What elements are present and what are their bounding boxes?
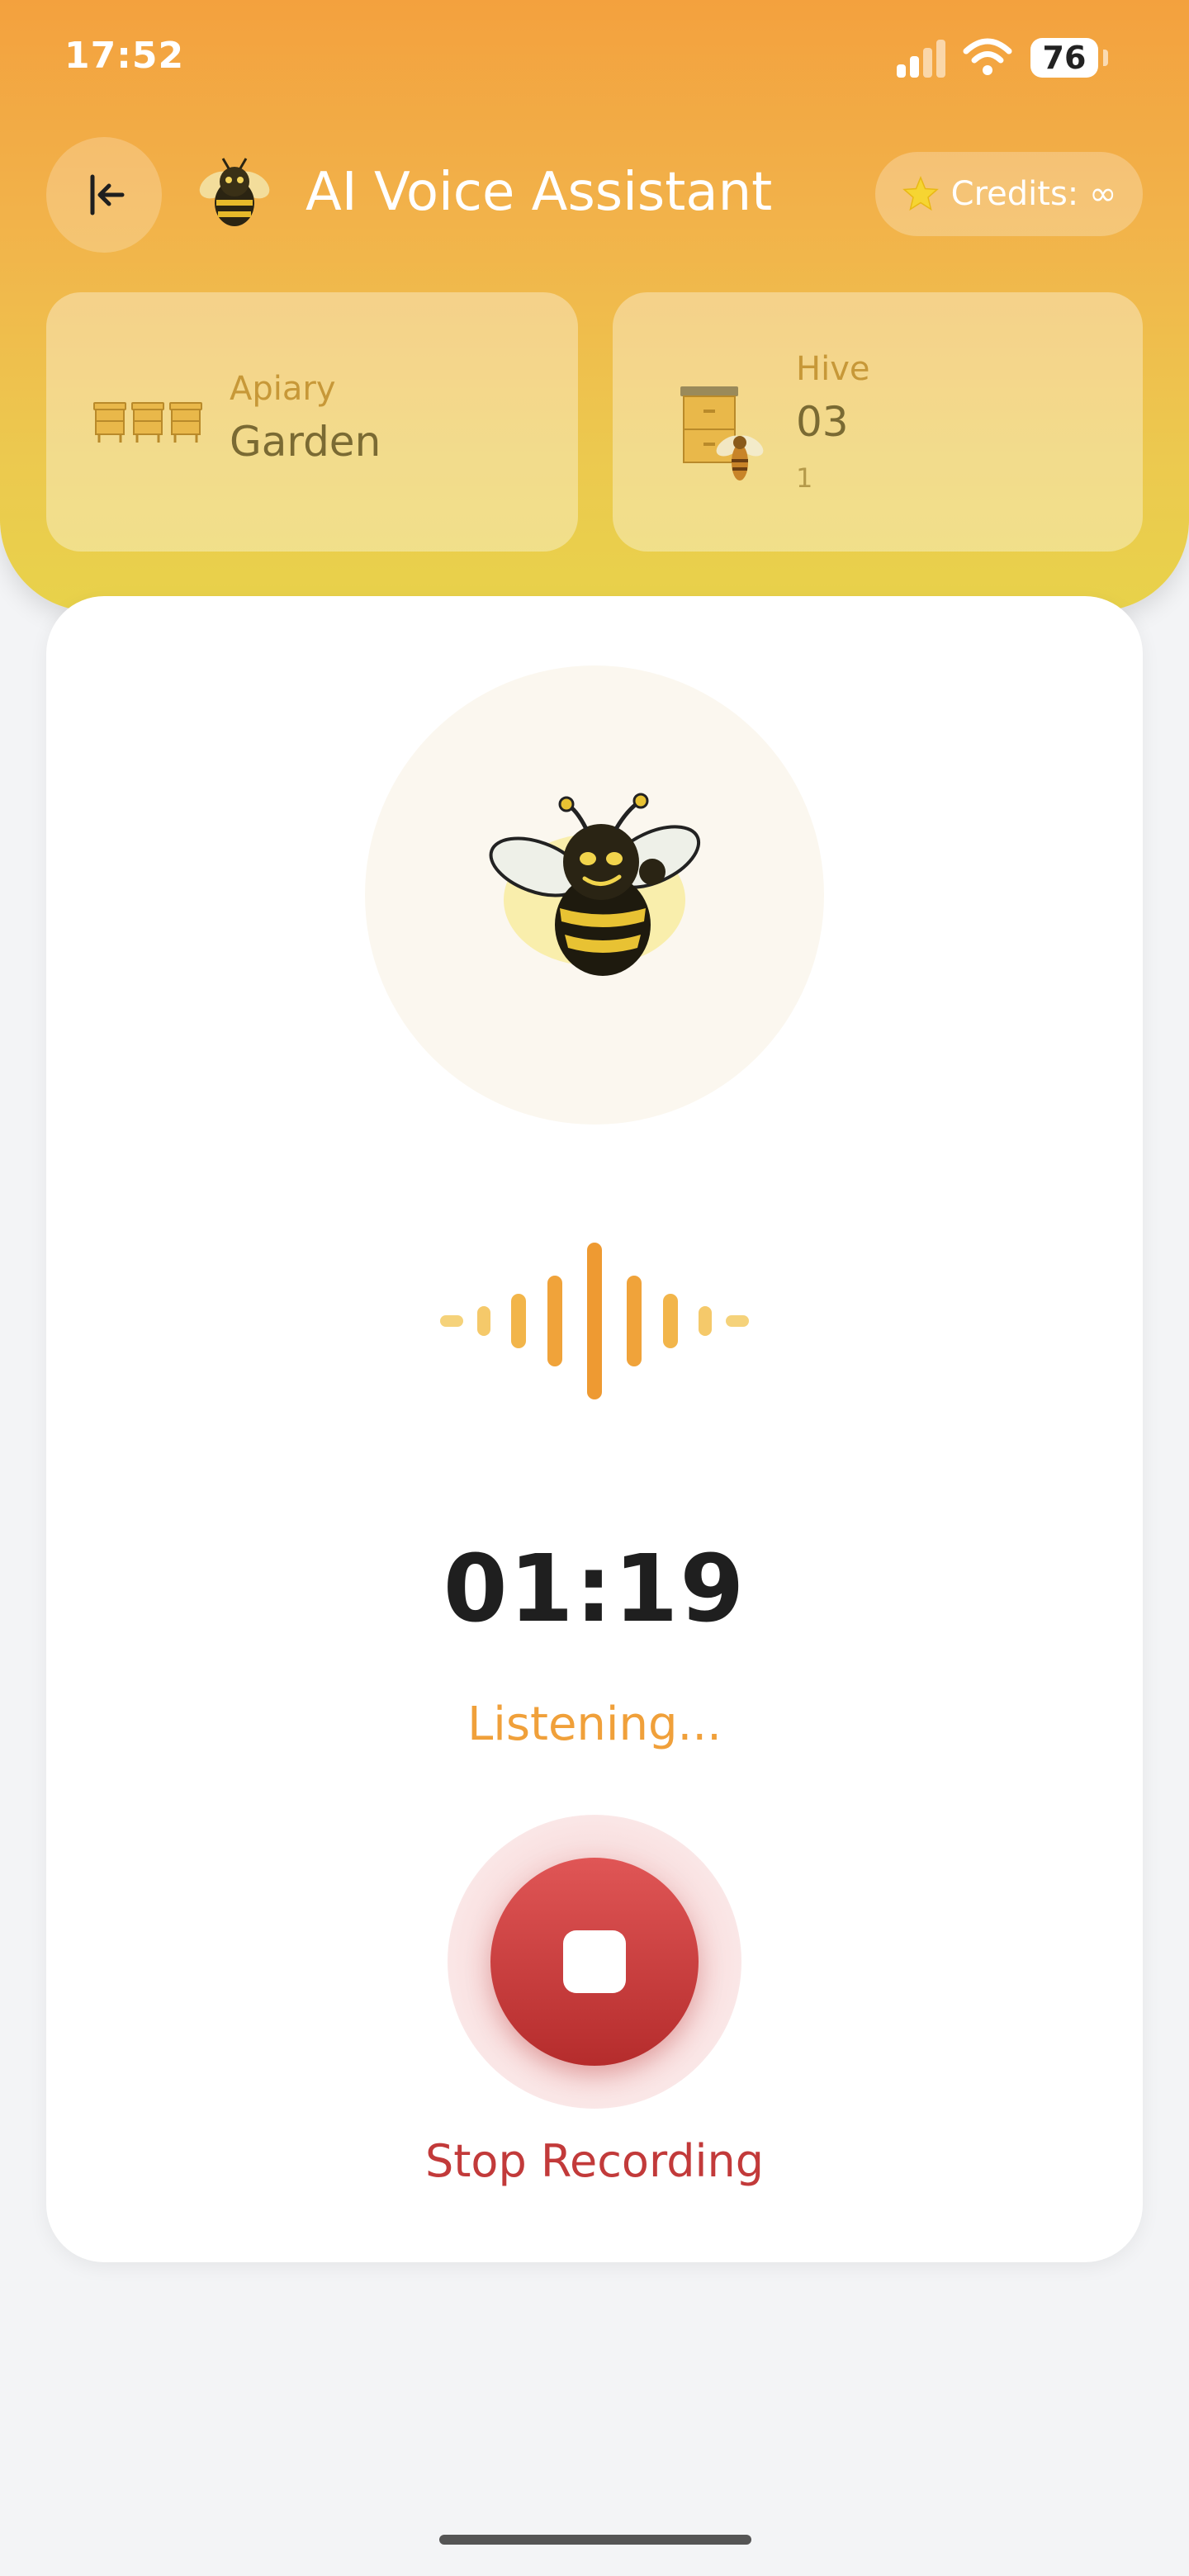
star-icon (902, 176, 939, 211)
signal-icon (897, 40, 946, 78)
hive-label: Hive (796, 350, 870, 388)
stop-icon (563, 1930, 626, 1993)
stop-recording-button[interactable] (490, 1858, 699, 2066)
credits-label: Credits: ∞ (950, 175, 1117, 213)
hive-value: 03 (796, 398, 849, 446)
stop-recording-label[interactable]: Stop Recording (0, 2135, 1189, 2187)
battery-indicator: 76 (1030, 38, 1098, 78)
apiary-label: Apiary (230, 370, 336, 408)
wifi-icon (963, 38, 1012, 75)
credits-badge[interactable]: Credits: ∞ (875, 152, 1143, 236)
back-button[interactable] (46, 137, 162, 253)
bee-logo-icon (199, 158, 270, 226)
back-arrow-icon (90, 174, 125, 215)
screen: 17:52 76 AI Voice Assistant Credits: ∞ A… (0, 0, 1189, 2576)
page-title: AI Voice Assistant (306, 162, 773, 223)
hive-sub-value: 1 (796, 462, 813, 494)
waveform-icon (440, 1243, 749, 1399)
home-indicator (439, 2535, 751, 2545)
recording-status: Listening... (467, 1698, 722, 1751)
apiary-card[interactable]: Apiary Garden (46, 292, 578, 552)
status-time: 17:52 (64, 35, 185, 77)
beehives-icon (93, 402, 202, 443)
bee-mascot-icon (489, 793, 701, 976)
hive-card[interactable]: Hive 03 1 (613, 292, 1143, 552)
battery-tip (1103, 50, 1108, 66)
recording-timer: 01:19 (443, 1536, 746, 1643)
hive-bee-icon (680, 386, 764, 481)
apiary-value: Garden (230, 418, 381, 466)
